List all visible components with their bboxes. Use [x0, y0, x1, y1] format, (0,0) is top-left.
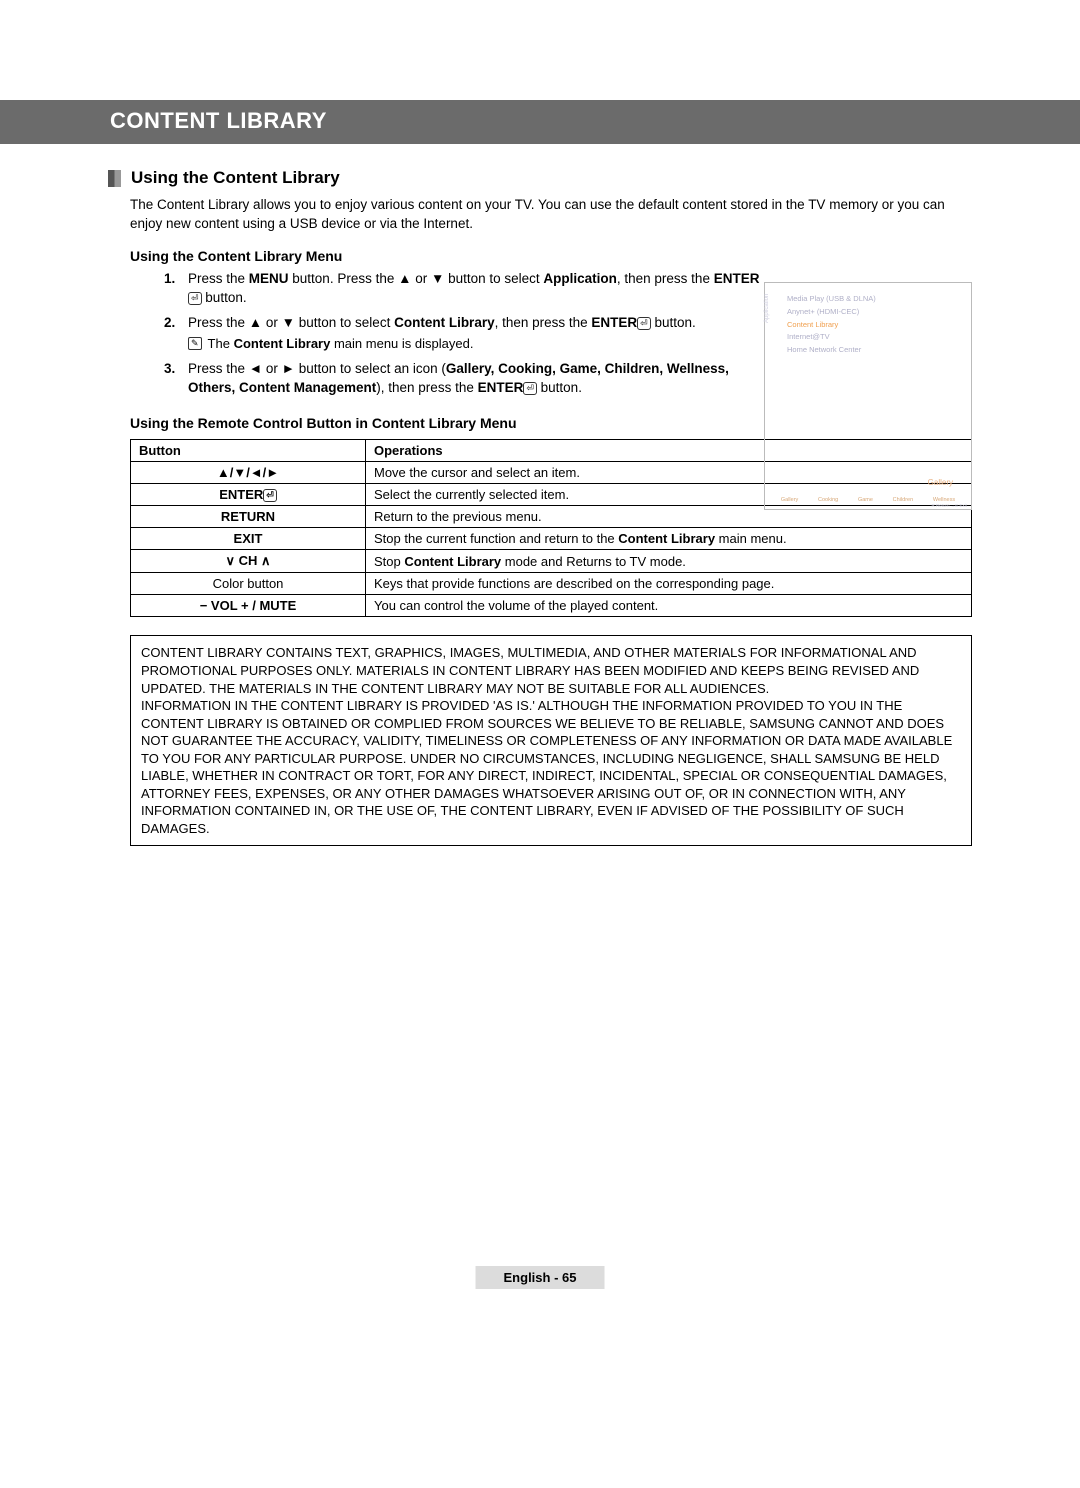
page-footer: English - 65	[476, 1266, 605, 1289]
figure-gallery-label: Gallery	[765, 478, 971, 487]
step-3: Press the ◄ or ► button to select an ico…	[164, 360, 762, 398]
table-header-button: Button	[131, 440, 366, 462]
disclaimer-box: CONTENT LIBRARY CONTAINS TEXT, GRAPHICS,…	[130, 635, 972, 846]
enter-icon: ⏎	[188, 292, 202, 305]
table-row: EXIT Stop the current function and retur…	[131, 528, 972, 550]
figure-icon-cooking: Cooking	[818, 497, 838, 503]
figure-icon-gallery: Gallery	[781, 497, 798, 503]
table-row: − VOL + / MUTE You can control the volum…	[131, 595, 972, 617]
heading-marker-icon	[108, 170, 121, 187]
step-2-note: ✎ The Content Library main menu is displ…	[188, 335, 762, 353]
figure-menu-item-selected: Content Library	[773, 319, 963, 332]
figure-icon-children: Children	[893, 497, 913, 503]
disclaimer-p2: INFORMATION IN THE CONTENT LIBRARY IS PR…	[141, 697, 961, 837]
figure-menu-item: Internet@TV	[773, 331, 963, 344]
table-row: ∨ CH ∧ Stop Content Library mode and Ret…	[131, 550, 972, 573]
step-1: Press the MENU button. Press the ▲ or ▼ …	[164, 270, 762, 308]
steps-list: Press the MENU button. Press the ▲ or ▼ …	[164, 270, 762, 398]
section-heading: Using the Content Library	[108, 168, 972, 188]
figure-menu-list: Application Media Play (USB & DLNA) Anyn…	[765, 283, 971, 363]
enter-icon: ⏎	[523, 382, 537, 395]
figure-menu-item: Anynet+ (HDMI-CEC)	[773, 306, 963, 319]
table-row: Color button Keys that provide functions…	[131, 573, 972, 595]
step-2: Press the ▲ or ▼ button to select Conten…	[164, 314, 762, 354]
enter-icon: ⏎	[263, 489, 277, 502]
figure-icon-game: Game	[858, 497, 873, 503]
figure-footer-hint: R Return →E Exit	[931, 503, 967, 508]
enter-icon: ⏎	[637, 317, 651, 330]
figure-menu-item: Home Network Center	[773, 344, 963, 357]
disclaimer-p1: CONTENT LIBRARY CONTAINS TEXT, GRAPHICS,…	[141, 644, 961, 697]
note-icon: ✎	[188, 337, 202, 350]
section-heading-text: Using the Content Library	[131, 168, 340, 188]
figure-menu-item: Media Play (USB & DLNA)	[773, 293, 963, 306]
menu-screenshot-figure: Application Media Play (USB & DLNA) Anyn…	[764, 282, 972, 510]
figure-app-label: Application	[762, 294, 772, 323]
menu-usage-subhead: Using the Content Library Menu	[130, 248, 972, 264]
intro-paragraph: The Content Library allows you to enjoy …	[130, 196, 972, 234]
page-header: CONTENT LIBRARY	[0, 100, 1080, 144]
